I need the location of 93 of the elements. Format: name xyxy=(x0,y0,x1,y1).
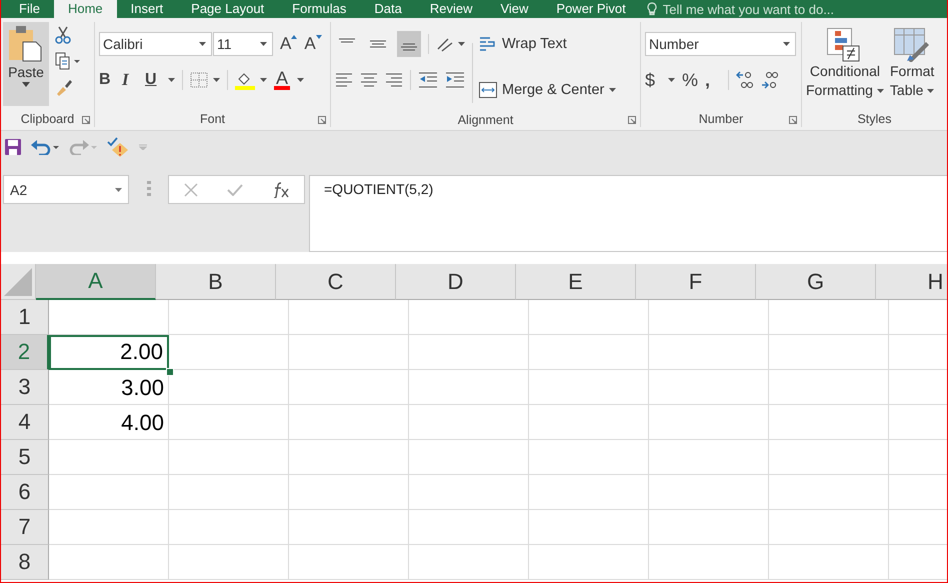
wrap-text-icon xyxy=(479,36,497,52)
merge-cells-icon xyxy=(479,82,497,98)
ribbon-tab[interactable]: File xyxy=(1,0,54,18)
column-header[interactable]: F xyxy=(636,264,756,300)
dialog-launcher-icon[interactable] xyxy=(789,116,797,124)
ribbon-tab[interactable]: Home xyxy=(54,0,117,18)
down-caret-icon xyxy=(316,35,322,39)
insert-function-icon[interactable] xyxy=(272,182,290,198)
row-header[interactable]: 5 xyxy=(1,440,49,475)
dropdown-caret-icon[interactable] xyxy=(297,78,304,82)
ribbon-tab[interactable]: Formulas xyxy=(278,0,360,18)
increase-indent-icon[interactable] xyxy=(445,72,465,88)
row-header[interactable]: 3 xyxy=(1,370,49,405)
font-color-button[interactable]: A xyxy=(274,70,290,90)
ribbon-tab[interactable]: View xyxy=(486,0,542,18)
caret-icon xyxy=(22,82,30,87)
group-label: Font xyxy=(200,112,225,126)
group-label: Alignment xyxy=(458,113,514,127)
caret-icon xyxy=(609,88,616,92)
caret-icon xyxy=(115,188,122,192)
bold-button[interactable]: B xyxy=(99,71,115,89)
column-header[interactable]: A xyxy=(36,264,156,300)
copy-icon[interactable] xyxy=(55,52,81,70)
undo-icon[interactable] xyxy=(31,139,59,155)
column-header[interactable]: G xyxy=(756,264,876,300)
checkmark-icon[interactable] xyxy=(226,184,242,196)
merge-center-button[interactable]: Merge & Center xyxy=(479,77,616,103)
table-cell: 4.00 xyxy=(49,405,169,440)
wrap-text-button[interactable]: Wrap Text xyxy=(479,31,616,57)
caret-icon xyxy=(876,88,884,92)
ribbon-tab[interactable]: Review xyxy=(416,0,486,18)
align-center-icon[interactable] xyxy=(360,73,378,87)
paintbrush-icon[interactable] xyxy=(55,78,73,96)
font-name-dropdown[interactable]: Calibri xyxy=(99,32,212,56)
caret-icon xyxy=(783,42,790,46)
vertical-align-icon[interactable] xyxy=(397,31,421,57)
paste-button[interactable]: Paste xyxy=(3,22,49,106)
name-box[interactable]: A2 xyxy=(3,175,129,204)
decrease-decimal-icon[interactable] xyxy=(761,71,780,89)
shrink-font-button[interactable]: A xyxy=(304,34,322,54)
align-left-icon[interactable] xyxy=(335,73,353,87)
grow-font-button[interactable]: A xyxy=(280,34,298,54)
fill-handle[interactable] xyxy=(166,368,174,376)
italic-button[interactable]: I xyxy=(122,70,138,90)
row-header[interactable]: 4 xyxy=(1,405,49,440)
underline-button[interactable]: U xyxy=(145,71,161,89)
font-size-dropdown[interactable]: 11 xyxy=(213,32,273,56)
dropdown-caret-icon[interactable] xyxy=(668,78,675,82)
dropdown-caret-icon[interactable] xyxy=(168,78,175,82)
ribbon-tab[interactable]: Insert xyxy=(116,0,178,18)
lightbulb-icon xyxy=(646,2,658,16)
caret-icon xyxy=(927,88,934,92)
formula-input[interactable]: =QUOTIENT(5,2) xyxy=(309,175,947,252)
row-header[interactable]: 8 xyxy=(1,545,49,580)
format-as-table-button[interactable]: Format Table xyxy=(890,28,934,111)
column-header[interactable]: H xyxy=(876,264,947,300)
ribbon-tab[interactable]: Data xyxy=(360,0,416,18)
save-icon[interactable] xyxy=(5,139,21,155)
ribbon-tab[interactable]: Page Layout xyxy=(177,0,278,18)
table-cell: 2.00 xyxy=(49,335,169,370)
number-format-dropdown[interactable]: Number xyxy=(645,32,796,56)
row-header[interactable]: 2 xyxy=(1,335,49,370)
align-right-icon[interactable] xyxy=(385,73,403,87)
column-header[interactable]: D xyxy=(396,264,516,300)
table-style-icon xyxy=(894,28,930,62)
caret-icon xyxy=(260,42,267,46)
group-label: Styles xyxy=(857,112,892,126)
group-label: Number xyxy=(698,112,744,126)
column-header[interactable]: B xyxy=(156,264,276,300)
row-header[interactable]: 6 xyxy=(1,475,49,510)
caret-icon xyxy=(199,42,206,46)
increase-decimal-icon[interactable] xyxy=(736,71,754,89)
ribbon-tab[interactable]: Power Pivot xyxy=(542,0,640,18)
scissors-icon[interactable] xyxy=(55,26,71,44)
borders-icon[interactable] xyxy=(190,72,220,88)
column-header[interactable]: C xyxy=(276,264,396,300)
up-caret-icon xyxy=(291,35,298,39)
dialog-launcher-icon[interactable] xyxy=(628,116,636,124)
tell-me-search[interactable]: Tell me what you want to do... xyxy=(646,2,834,16)
dialog-launcher-icon[interactable] xyxy=(82,116,90,124)
spelling-check-icon[interactable] xyxy=(107,137,129,157)
decrease-indent-icon[interactable] xyxy=(418,72,438,88)
triangle-icon xyxy=(4,268,32,296)
percent-button[interactable]: % xyxy=(682,70,698,90)
row-header[interactable]: 7 xyxy=(1,510,49,545)
currency-button[interactable]: $ xyxy=(645,70,661,90)
conditional-formatting-button[interactable]: Conditional Formatting xyxy=(806,28,884,111)
drag-handle-icon[interactable] xyxy=(147,181,151,197)
column-header[interactable]: E xyxy=(516,264,636,300)
comma-button[interactable]: , xyxy=(705,70,722,90)
dialog-launcher-icon[interactable] xyxy=(318,116,326,124)
row-header[interactable]: 1 xyxy=(1,300,49,335)
group-label: Clipboard xyxy=(20,112,74,126)
